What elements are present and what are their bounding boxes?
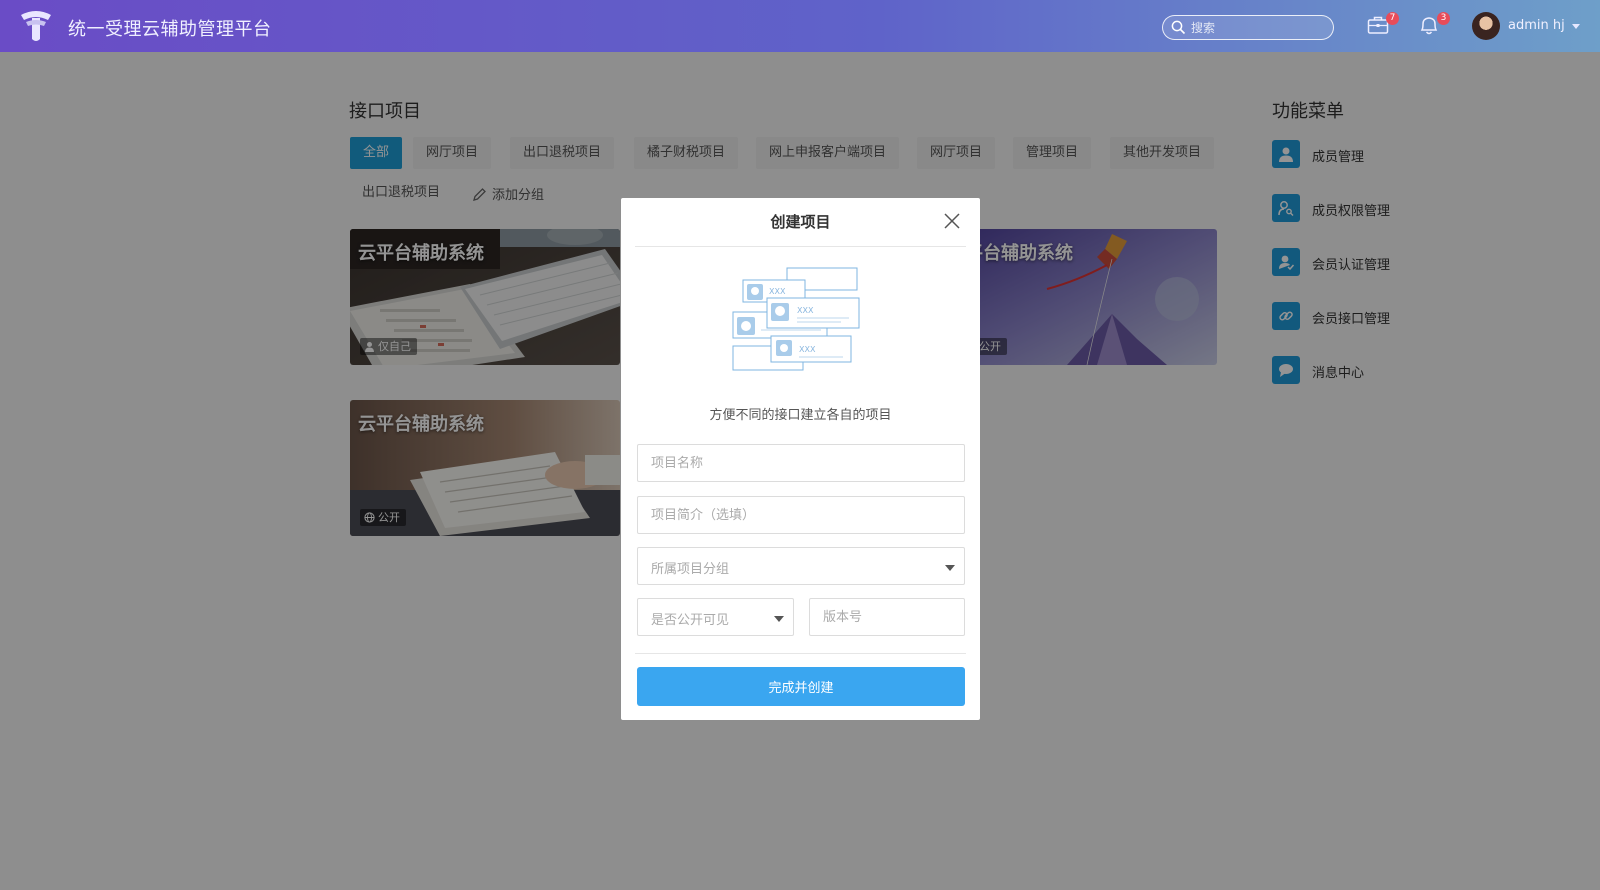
app-logo-icon[interactable] bbox=[18, 9, 54, 43]
briefcase-button[interactable]: 7 bbox=[1367, 12, 1399, 39]
project-intro-field[interactable] bbox=[637, 496, 965, 534]
divider bbox=[635, 653, 966, 654]
notification-button[interactable]: 3 bbox=[1418, 12, 1450, 39]
user-name[interactable]: admin hj bbox=[1508, 18, 1565, 33]
version-field[interactable] bbox=[809, 598, 965, 636]
dialog-description: 方便不同的接口建立各自的项目 bbox=[709, 408, 892, 423]
create-project-dialog: 创建项目 XXX XXX XXX 方便不同的接口建立各自的项目 项目名称 项目简… bbox=[621, 198, 980, 720]
illustration-label: XXX bbox=[799, 345, 816, 354]
dialog-title: 创建项目 bbox=[770, 213, 831, 231]
project-name-field[interactable] bbox=[637, 444, 965, 482]
create-submit-button[interactable]: 完成并创建 bbox=[637, 667, 965, 706]
chevron-down-icon[interactable] bbox=[1572, 24, 1580, 29]
close-icon[interactable] bbox=[943, 212, 961, 230]
version-input[interactable] bbox=[823, 608, 953, 626]
select-placeholder: 所属项目分组 bbox=[651, 562, 730, 577]
chevron-down-icon bbox=[774, 616, 784, 622]
project-name-input[interactable] bbox=[651, 454, 941, 472]
project-cards-illustration-icon: XXX XXX XXX bbox=[732, 267, 860, 371]
search-input[interactable] bbox=[1191, 18, 1327, 37]
divider bbox=[635, 246, 966, 247]
search-box[interactable] bbox=[1162, 15, 1334, 40]
app-title: 统一受理云辅助管理平台 bbox=[68, 19, 272, 40]
select-placeholder: 是否公开可见 bbox=[651, 613, 730, 628]
briefcase-badge: 7 bbox=[1386, 12, 1399, 25]
project-intro-input[interactable] bbox=[651, 506, 941, 524]
search-icon bbox=[1171, 20, 1186, 35]
illustration-label: XXX bbox=[797, 306, 814, 315]
avatar[interactable] bbox=[1472, 12, 1500, 40]
project-group-select[interactable]: 所属项目分组 bbox=[637, 547, 965, 585]
chevron-down-icon bbox=[945, 565, 955, 571]
visibility-select[interactable]: 是否公开可见 bbox=[637, 598, 794, 636]
bell-badge: 3 bbox=[1437, 12, 1450, 25]
illustration-label: XXX bbox=[769, 287, 786, 296]
top-header: 统一受理云辅助管理平台 7 3 admin hj bbox=[0, 0, 1600, 52]
